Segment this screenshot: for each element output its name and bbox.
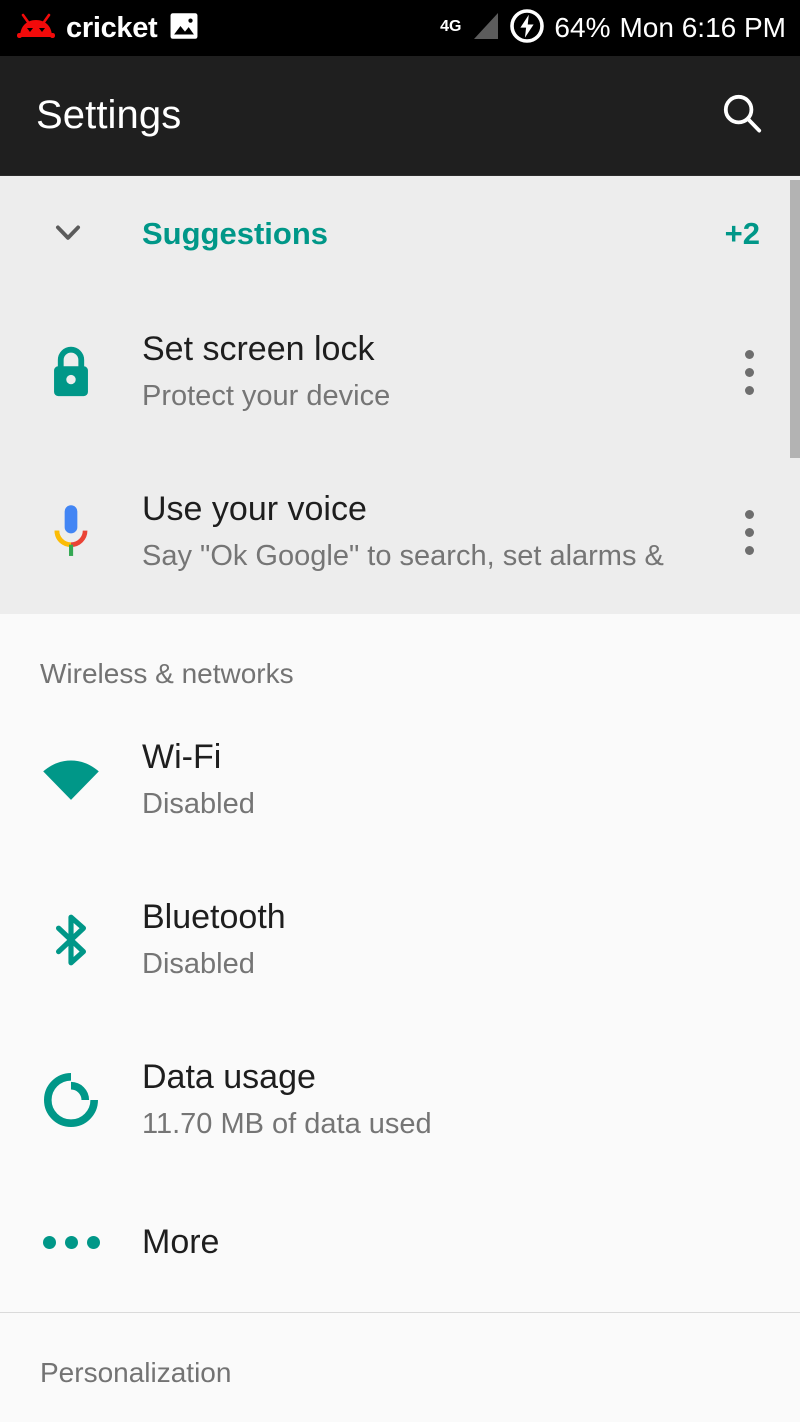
signal-bars-icon	[468, 11, 500, 46]
chevron-down-icon	[46, 210, 90, 259]
dot	[64, 1235, 78, 1249]
dot	[744, 509, 754, 519]
dot	[744, 385, 754, 395]
suggestions-expand-button[interactable]	[40, 206, 96, 262]
suggestion-title: Use your voice	[142, 490, 367, 529]
suggestion-item-set-screen-lock[interactable]: Set screen lock Protect your device	[0, 292, 800, 452]
suggestion-text-block: Set screen lock Protect your device	[142, 329, 712, 414]
search-icon	[718, 89, 766, 142]
status-bar-right: 4G 64% Mon 6:16 PM	[440, 8, 786, 49]
scrollbar[interactable]	[790, 180, 800, 458]
clock-label: Mon 6:16 PM	[619, 12, 786, 43]
dot	[744, 367, 754, 377]
suggestions-label: Suggestions	[142, 216, 329, 251]
section-header-wireless: Wireless & networks	[40, 658, 294, 689]
dot	[744, 545, 754, 555]
section-wireless-and-networks: Wireless & networks Wi-Fi Disabled Bluet…	[0, 614, 800, 1313]
wifi-icon	[40, 749, 102, 811]
row-subtitle: Disabled	[142, 788, 255, 821]
dot	[86, 1235, 100, 1249]
settings-screen: cricket 4G 64% Mon 6:16 PM Settings Sugg…	[0, 0, 800, 1422]
dot	[744, 349, 754, 359]
app-bar: Settings	[0, 56, 800, 176]
row-text-block: Bluetooth Disabled	[142, 897, 780, 982]
bluetooth-icon	[40, 909, 102, 971]
suggestions-card: Suggestions +2 Set screen lock Protect y…	[0, 176, 800, 614]
battery-charging-icon	[509, 8, 545, 49]
android-mascot-icon	[16, 13, 56, 44]
sidebar-item-bluetooth[interactable]: Bluetooth Disabled	[0, 860, 800, 1020]
row-text-block: Wi-Fi Disabled	[142, 737, 780, 822]
row-text-block: More	[142, 1222, 780, 1263]
dot	[42, 1235, 56, 1249]
section-personalization: Personalization	[0, 1313, 800, 1399]
status-bar: cricket 4G 64% Mon 6:16 PM	[0, 0, 800, 56]
suggestions-count-badge: +2	[724, 216, 760, 251]
more-vert-icon[interactable]	[718, 332, 780, 412]
row-title: More	[142, 1222, 220, 1261]
dot	[744, 527, 754, 537]
network-type-label: 4G	[440, 17, 462, 35]
status-bar-left: cricket	[16, 9, 201, 48]
carrier-name: cricket	[66, 11, 158, 44]
search-button[interactable]	[712, 86, 772, 146]
sidebar-item-wifi[interactable]: Wi-Fi Disabled	[0, 700, 800, 860]
sidebar-item-more[interactable]: More	[0, 1180, 800, 1304]
page-title: Settings	[36, 93, 182, 137]
more-horiz-icon	[40, 1211, 102, 1273]
suggestion-text-block: Use your voice Say "Ok Google" to search…	[142, 489, 712, 574]
image-icon	[167, 9, 201, 48]
data-usage-icon	[40, 1069, 102, 1131]
sidebar-item-data-usage[interactable]: Data usage 11.70 MB of data used	[0, 1020, 800, 1180]
row-title: Data usage	[142, 1058, 316, 1097]
row-subtitle: 11.70 MB of data used	[142, 1108, 432, 1141]
row-title: Wi-Fi	[142, 738, 222, 777]
battery-percent-label: 64%	[554, 12, 611, 43]
lock-icon	[40, 341, 102, 403]
row-subtitle: Disabled	[142, 948, 255, 981]
suggestions-header[interactable]: Suggestions +2	[0, 176, 800, 292]
row-text-block: Data usage 11.70 MB of data used	[142, 1057, 780, 1142]
more-vert-icon[interactable]	[718, 492, 780, 572]
google-mic-icon	[40, 501, 102, 563]
suggestion-title: Set screen lock	[142, 330, 375, 369]
suggestion-item-use-your-voice[interactable]: Use your voice Say "Ok Google" to search…	[0, 452, 800, 612]
suggestion-subtitle: Protect your device	[142, 380, 391, 413]
row-title: Bluetooth	[142, 898, 286, 937]
suggestion-subtitle: Say "Ok Google" to search, set alarms &	[142, 540, 664, 573]
section-header-personalization: Personalization	[40, 1357, 232, 1388]
